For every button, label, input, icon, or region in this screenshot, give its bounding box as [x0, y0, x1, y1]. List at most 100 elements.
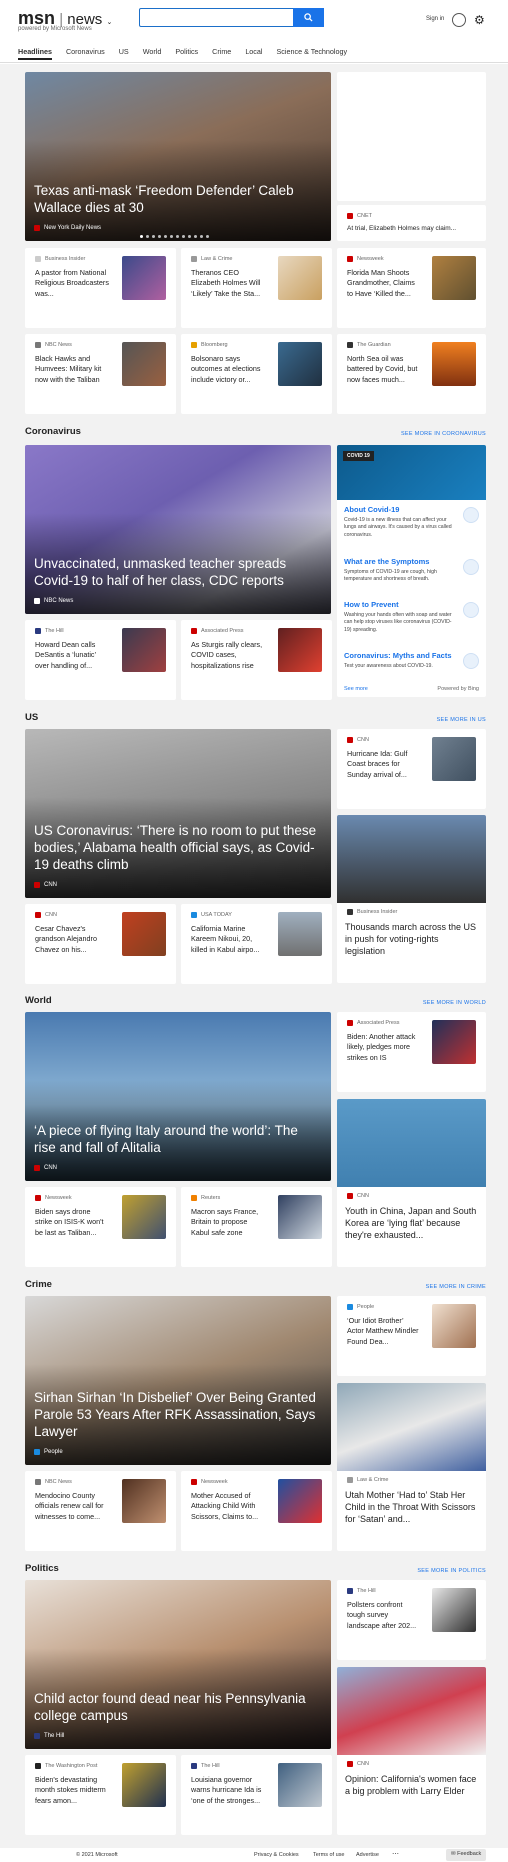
card-thumbnail: [432, 256, 476, 300]
tab-politics[interactable]: Politics: [175, 47, 198, 60]
copyright: © 2021 Microsoft: [76, 1852, 118, 1858]
card-thumbnail: [122, 1195, 166, 1239]
card-title: Cesar Chavez's grandson Alejandro Chavez…: [35, 924, 97, 954]
news-card[interactable]: The Hill Louisiana governor warns hurric…: [181, 1755, 332, 1835]
card-thumbnail: [122, 1763, 166, 1807]
search-button[interactable]: [293, 8, 324, 27]
hero-title: Sirhan Sirhan ‘In Disbelief’ Over Being …: [34, 1390, 316, 1440]
card-thumbnail: [122, 912, 166, 956]
footer-link-advertise[interactable]: Advertise: [356, 1852, 379, 1858]
tab-coronavirus[interactable]: Coronavirus: [66, 47, 105, 60]
news-card[interactable]: Law & Crime Theranos CEO Elizabeth Holme…: [181, 248, 332, 328]
news-card[interactable]: Newsweek Florida Man Shoots Grandmother,…: [337, 248, 486, 328]
wide-card[interactable]: Business Insider Thousands march across …: [337, 815, 486, 983]
section-heading-coronavirus[interactable]: Coronavirus: [25, 426, 81, 437]
section-heading-us[interactable]: US: [25, 712, 38, 723]
side-card-top[interactable]: [337, 72, 486, 201]
see-more-world-link[interactable]: SEE MORE IN WORLD: [423, 1000, 486, 1006]
card-title: Pollsters confront tough survey landscap…: [347, 1600, 417, 1630]
powered-by-bing: Powered by Bing: [437, 686, 479, 692]
card-title: Mendocino County officials renew call fo…: [35, 1491, 104, 1521]
sign-in-link[interactable]: Sign in: [426, 16, 444, 22]
news-card[interactable]: NBC News Black Hawks and Humvees: Milita…: [25, 334, 176, 414]
see-more-coronavirus-link[interactable]: SEE MORE IN CORONAVIRUS: [401, 431, 486, 437]
card-title: Biden's devastating month stokes midterm…: [35, 1775, 106, 1805]
card-title: Opinion: California's women face a big p…: [345, 1774, 477, 1797]
card-thumbnail: [278, 1763, 322, 1807]
covid-info-item[interactable]: How to Prevent Washing your hands often …: [344, 600, 479, 634]
crime-hero-card[interactable]: Sirhan Sirhan ‘In Disbelief’ Over Being …: [25, 1296, 331, 1465]
covid-info-item[interactable]: Coronavirus: Myths and Facts Test your a…: [344, 651, 479, 670]
news-card[interactable]: The Washington Post Biden's devastating …: [25, 1755, 176, 1835]
news-card[interactable]: Business Insider A pastor from National …: [25, 248, 176, 328]
news-card[interactable]: Newsweek Mother Accused of Attacking Chi…: [181, 1471, 332, 1551]
card-title: At trial, Elizabeth Holmes may claim...: [347, 225, 457, 232]
wide-card[interactable]: CNN Opinion: California's women face a b…: [337, 1667, 486, 1835]
news-card[interactable]: Newsweek Biden says drone strike on ISIS…: [25, 1187, 176, 1267]
news-card[interactable]: The Guardian North Sea oil was battered …: [337, 334, 486, 414]
card-title: Bolsonaro says outcomes at elections inc…: [191, 354, 261, 384]
tab-local[interactable]: Local: [245, 47, 262, 60]
news-card[interactable]: People ‘Our Idiot Brother’ Actor Matthew…: [337, 1296, 486, 1376]
card-title: Thousands march across the US in push fo…: [345, 922, 477, 957]
section-heading-politics[interactable]: Politics: [25, 1563, 59, 1574]
news-card[interactable]: USA TODAY California Marine Kareem Nikou…: [181, 904, 332, 984]
see-more-us-link[interactable]: SEE MORE IN US: [437, 717, 486, 723]
more-icon[interactable]: ⋯: [392, 1850, 399, 1858]
card-title: Mother Accused of Attacking Child With S…: [191, 1491, 259, 1521]
politics-hero-card[interactable]: Child actor found dead near his Pennsylv…: [25, 1580, 331, 1749]
search-icon: [304, 13, 313, 22]
news-card[interactable]: NBC News Mendocino County officials rene…: [25, 1471, 176, 1551]
top-bar: msn | news ⌄ powered by Microsoft News S…: [0, 0, 508, 64]
card-title: As Sturgis rally clears, COVID cases, ho…: [191, 640, 263, 670]
carousel-dots[interactable]: [140, 235, 209, 238]
headline-hero-card[interactable]: Texas anti-mask ‘Freedom Defender’ Caleb…: [25, 72, 331, 241]
covid-info-panel: COVID 19 About Covid-19 Covid-19 is a ne…: [337, 445, 486, 697]
tab-crime[interactable]: Crime: [212, 47, 231, 60]
side-card-cnet[interactable]: CNET At trial, Elizabeth Holmes may clai…: [337, 205, 486, 241]
tab-headlines[interactable]: Headlines: [18, 47, 52, 60]
card-title: California Marine Kareem Nikoui, 20, kil…: [191, 924, 260, 954]
news-card[interactable]: CNN Cesar Chavez's grandson Alejandro Ch…: [25, 904, 176, 984]
hero-title: Unvaccinated, unmasked teacher spreads C…: [34, 556, 287, 589]
footer-link-terms[interactable]: Terms of use: [313, 1852, 344, 1858]
card-thumbnail: [432, 737, 476, 781]
brand-name: msn: [18, 8, 56, 28]
card-title: Macron says France, Britain to propose K…: [191, 1207, 259, 1237]
avatar-icon[interactable]: [452, 13, 466, 27]
section-heading-crime[interactable]: Crime: [25, 1279, 52, 1290]
covid-info-item[interactable]: About Covid-19 Covid-19 is a new illness…: [344, 505, 479, 539]
news-card[interactable]: CNN Hurricane Ida: Gulf Coast braces for…: [337, 729, 486, 809]
see-more-crime-link[interactable]: SEE MORE IN CRIME: [426, 1284, 486, 1290]
news-card[interactable]: The Hill Pollsters confront tough survey…: [337, 1580, 486, 1660]
footer-link-privacy[interactable]: Privacy & Cookies: [254, 1852, 299, 1858]
wide-card[interactable]: Law & Crime Utah Mother ‘Had to’ Stab He…: [337, 1383, 486, 1551]
world-hero-card[interactable]: ‘A piece of flying Italy around the worl…: [25, 1012, 331, 1181]
feedback-button[interactable]: ✉ Feedback: [446, 1849, 487, 1861]
covid-info-item[interactable]: What are the Symptoms Symptoms of COVID-…: [344, 557, 479, 584]
wide-card[interactable]: CNN Youth in China, Japan and South Kore…: [337, 1099, 486, 1267]
gear-icon[interactable]: ⚙: [474, 13, 485, 27]
nav-divider: [0, 62, 508, 63]
news-card[interactable]: Associated Press As Sturgis rally clears…: [181, 620, 332, 700]
hero-source: New York Daily News: [44, 225, 102, 231]
card-thumbnail: [432, 1588, 476, 1632]
tab-science-technology[interactable]: Science & Technology: [277, 47, 348, 60]
covid-see-more-link[interactable]: See more: [344, 686, 368, 692]
news-card[interactable]: Bloomberg Bolsonaro says outcomes at ele…: [181, 334, 332, 414]
section-heading-world[interactable]: World: [25, 995, 52, 1006]
us-hero-card[interactable]: US Coronavirus: ‘There is no room to put…: [25, 729, 331, 898]
tab-us[interactable]: US: [119, 47, 129, 60]
news-card[interactable]: The Hill Howard Dean calls DeSantis a ‘l…: [25, 620, 176, 700]
card-image: [337, 1667, 486, 1755]
news-card[interactable]: Associated Press Biden: Another attack l…: [337, 1012, 486, 1092]
news-card[interactable]: Reuters Macron says France, Britain to p…: [181, 1187, 332, 1267]
tab-world[interactable]: World: [143, 47, 162, 60]
card-image: [337, 815, 486, 903]
see-more-politics-link[interactable]: SEE MORE IN POLITICS: [417, 1568, 486, 1574]
card-thumbnail: [278, 912, 322, 956]
card-thumbnail: [278, 256, 322, 300]
card-title: Theranos CEO Elizabeth Holmes Will ‘Like…: [191, 268, 261, 298]
coronavirus-hero-card[interactable]: Unvaccinated, unmasked teacher spreads C…: [25, 445, 331, 614]
card-thumbnail: [122, 1479, 166, 1523]
